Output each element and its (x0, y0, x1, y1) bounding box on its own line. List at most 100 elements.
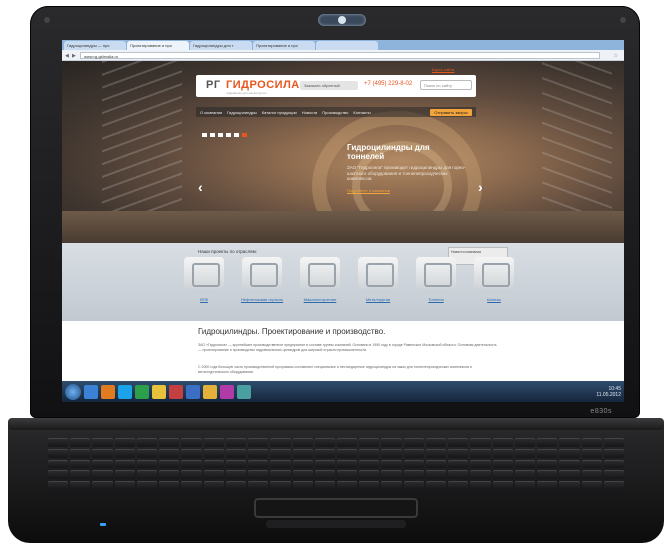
keyboard-key[interactable] (514, 459, 536, 469)
keyboard-key[interactable] (337, 438, 358, 447)
keyboard-key[interactable] (314, 448, 335, 458)
keyboard-key[interactable] (514, 481, 536, 490)
keyboard-key[interactable] (470, 481, 491, 490)
keyboard-key[interactable] (448, 448, 469, 458)
star-icon[interactable]: ☆ (614, 53, 618, 59)
keyboard-key[interactable] (270, 448, 291, 458)
keyboard-key[interactable] (559, 481, 580, 490)
keyboard-key[interactable] (537, 448, 558, 458)
keyboard-key[interactable] (136, 459, 158, 469)
keyboard-key[interactable] (136, 448, 158, 458)
project-item[interactable]: Нефтегазовая отрасль (240, 257, 284, 302)
metallurgy-icon[interactable] (358, 257, 398, 289)
keyboard-key[interactable] (248, 459, 269, 469)
back-icon[interactable]: ◀ (65, 53, 69, 59)
keyboard-key[interactable] (92, 459, 113, 469)
keyboard-key[interactable] (114, 448, 135, 458)
slider-prev-icon[interactable]: ‹ (198, 179, 203, 195)
keyboard-key[interactable] (381, 459, 402, 469)
keyboard-key[interactable] (181, 470, 202, 480)
keyboard-key[interactable] (381, 448, 402, 458)
slider-dot[interactable] (202, 133, 207, 137)
keyboard-key[interactable] (292, 438, 313, 447)
system-tray[interactable]: 10:45 11.05.2012 (596, 386, 621, 398)
start-button[interactable] (65, 383, 81, 400)
keyboard-key[interactable] (537, 459, 558, 469)
keyboard-key[interactable] (292, 448, 313, 458)
keyboard-key[interactable] (136, 438, 158, 447)
keyboard-key[interactable] (48, 470, 69, 480)
keyboard-key[interactable] (181, 481, 202, 490)
browser-tab[interactable]: Проектирование и про (253, 41, 315, 50)
keyboard-key[interactable] (70, 459, 91, 469)
keyboard-key[interactable] (581, 448, 602, 458)
keyboard-key[interactable] (159, 459, 180, 469)
project-item[interactable]: ВПК (182, 257, 226, 302)
menu-item[interactable]: Новости (302, 110, 317, 115)
callback-button[interactable]: Заказать обратный (300, 81, 358, 90)
keyboard-key[interactable] (359, 438, 380, 447)
keyboard-key[interactable] (203, 470, 224, 480)
slider-next-icon[interactable]: › (478, 179, 483, 195)
keyboard-key[interactable] (425, 470, 447, 480)
keyboard-key[interactable] (359, 459, 380, 469)
keyboard-key[interactable] (492, 470, 513, 480)
keyboard-key[interactable] (603, 459, 624, 469)
keyboard-key[interactable] (270, 459, 291, 469)
menu-item[interactable]: О компании (200, 110, 222, 115)
browser-tab[interactable] (316, 41, 378, 50)
keyboard-key[interactable] (203, 481, 224, 490)
keyboard-key[interactable] (114, 438, 135, 447)
keyboard-key[interactable] (114, 459, 135, 469)
slider-dot[interactable] (234, 133, 239, 137)
keyboard-key[interactable] (492, 438, 513, 447)
keyboard-key[interactable] (48, 459, 69, 469)
machinery-icon[interactable] (300, 257, 340, 289)
browser-icon[interactable] (169, 384, 183, 399)
browser-tab[interactable]: Гидроцилиндры — про (64, 41, 126, 50)
keyboard-key[interactable] (181, 448, 202, 458)
keyboard-key[interactable] (514, 470, 536, 480)
keyboard-key[interactable] (425, 438, 447, 447)
keyboard-key[interactable] (559, 448, 580, 458)
keyboard-key[interactable] (292, 481, 313, 490)
url-input[interactable]: www.rg-gidrosila.ru (80, 52, 600, 59)
keyboard-key[interactable] (314, 438, 335, 447)
keyboard-key[interactable] (136, 470, 158, 480)
keyboard-key[interactable] (425, 448, 447, 458)
keyboard-key[interactable] (225, 438, 247, 447)
keyboard-key[interactable] (292, 459, 313, 469)
tunnel-icon[interactable] (416, 257, 456, 289)
menu-item[interactable]: Гидроцилиндры (227, 110, 257, 115)
keyboard-key[interactable] (492, 448, 513, 458)
logo-prefix[interactable]: РГ (206, 79, 221, 91)
project-item[interactable]: Машиностроение (298, 257, 342, 302)
touchpad-button[interactable] (266, 520, 406, 528)
app2-icon[interactable] (220, 384, 234, 399)
keyboard-key[interactable] (403, 438, 424, 447)
slide-more-link[interactable]: Подробнее о компании (347, 188, 467, 193)
keyboard-key[interactable] (337, 448, 358, 458)
keyboard-key[interactable] (359, 481, 380, 490)
keyboard-key[interactable] (270, 481, 291, 490)
keyboard-key[interactable] (581, 481, 602, 490)
project-item[interactable]: Тоннели (414, 257, 458, 302)
keyboard-key[interactable] (48, 481, 69, 490)
keyboard-key[interactable] (559, 459, 580, 469)
keyboard-key[interactable] (314, 459, 335, 469)
project-item[interactable]: Шлюзы (472, 257, 516, 302)
keyboard-key[interactable] (248, 470, 269, 480)
keyboard-key[interactable] (225, 481, 247, 490)
keyboard-key[interactable] (181, 459, 202, 469)
keyboard-key[interactable] (337, 459, 358, 469)
keyboard-key[interactable] (359, 470, 380, 480)
keyboard-key[interactable] (159, 470, 180, 480)
folder-icon[interactable] (152, 384, 166, 399)
keyboard-key[interactable] (203, 459, 224, 469)
keyboard-key[interactable] (403, 470, 424, 480)
sluice-icon[interactable] (474, 257, 514, 289)
menu-item[interactable]: Каталог продукции (262, 110, 297, 115)
keyboard-key[interactable] (314, 470, 335, 480)
project-item[interactable]: Металлургия (356, 257, 400, 302)
keyboard-key[interactable] (225, 470, 247, 480)
